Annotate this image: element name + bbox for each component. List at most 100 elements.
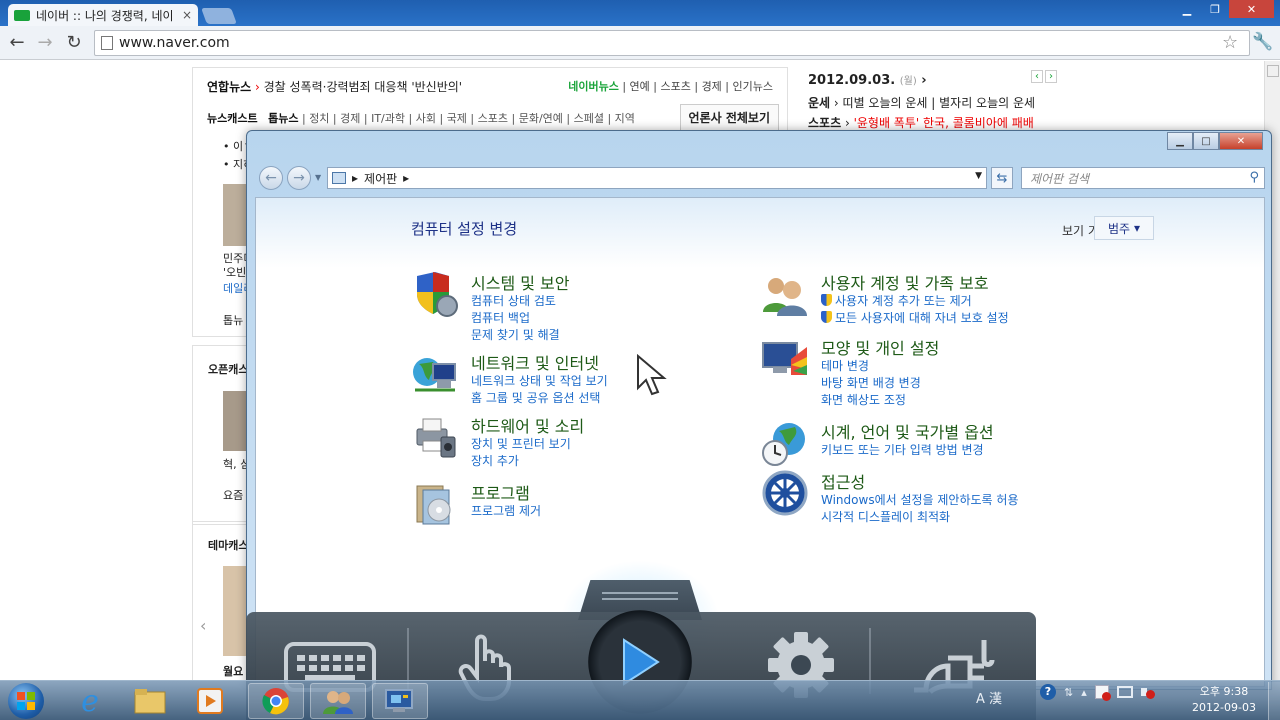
newscast-tab[interactable]: 문화/연예 (519, 112, 563, 125)
taskbar-media-player[interactable] (182, 683, 238, 719)
press-all-button[interactable]: 언론사 전체보기 (679, 104, 779, 131)
category-title[interactable]: 시스템 및 보안 (471, 270, 570, 294)
topnews-label[interactable]: 톱뉴스 (268, 112, 298, 125)
cp-forward-icon[interactable]: → (287, 166, 311, 190)
taskbar-clock[interactable]: 오후 9:38 2012-09-03 (1182, 684, 1266, 716)
ticker-link[interactable]: 스포츠 (660, 80, 690, 93)
volume-muted-icon[interactable] (1140, 685, 1155, 699)
forward-arrow-icon[interactable]: → (34, 32, 56, 54)
news-fragment[interactable]: 요즘 (223, 487, 243, 503)
breadcrumb-arrow-icon[interactable]: ▸ (352, 171, 358, 185)
taskbar-users-app[interactable] (310, 683, 366, 719)
news-ticker[interactable]: 연합뉴스 › 경찰 성폭력·강력범죄 대응책 '반신반의' (207, 78, 462, 95)
category-title[interactable]: 사용자 계정 및 가족 보호 (821, 270, 989, 294)
minimize-icon[interactable]: ▁ (1173, 0, 1201, 18)
restore-icon[interactable]: ❐ (1201, 0, 1229, 18)
category-link[interactable]: 장치 및 프린터 보기 (471, 435, 571, 452)
reload-icon[interactable]: ↻ (63, 32, 85, 54)
category-link[interactable]: 테마 변경 (821, 357, 869, 374)
date-label: 2012.09.03. (월) › (808, 73, 927, 88)
category-title[interactable]: 하드웨어 및 소리 (471, 413, 584, 437)
ticker-link[interactable]: 경제 (702, 80, 722, 93)
date-pager[interactable]: ‹ › (1029, 70, 1057, 83)
category-title[interactable]: 프로그램 (471, 480, 530, 504)
category-link[interactable]: 프로그램 제거 (471, 502, 541, 519)
category-link[interactable]: 컴퓨터 백업 (471, 309, 530, 326)
search-icon[interactable]: ⚲ (1249, 170, 1259, 185)
taskbar-ie[interactable]: e (62, 683, 118, 719)
taskbar-explorer[interactable] (122, 683, 178, 719)
category-link[interactable]: 사용자 계정 추가 또는 제거 (821, 292, 972, 309)
naver-favicon-icon (14, 9, 30, 21)
view-by-select[interactable]: 범주 ▾ (1094, 216, 1154, 240)
new-tab-button[interactable] (201, 8, 237, 24)
cp-address-bar[interactable]: ▸ 제어판 ▸ ▼ (327, 167, 987, 189)
taskbar-chrome[interactable] (248, 683, 304, 719)
category-link[interactable]: 문제 찾기 및 해결 (471, 326, 560, 343)
category-link[interactable]: 시각적 디스플레이 최적화 (821, 508, 950, 525)
news-fragment[interactable]: 월요 (223, 663, 243, 679)
cp-maximize-icon[interactable]: □ (1193, 132, 1219, 150)
category-link[interactable]: 네트워크 상태 및 작업 보기 (471, 372, 608, 389)
ticker-link[interactable]: 네이버뉴스 (568, 80, 619, 93)
category-title[interactable]: 시계, 언어 및 국가별 옵션 (821, 419, 994, 443)
category-link[interactable]: 컴퓨터 상태 검토 (471, 292, 556, 309)
history-dropdown-icon[interactable]: ▼ (315, 173, 321, 182)
cp-search-input[interactable]: 제어판 검색 ⚲ (1021, 167, 1265, 189)
action-center-flag-icon[interactable] (1094, 685, 1111, 701)
category-link[interactable]: 장치 추가 (471, 452, 519, 469)
newscast-tab[interactable]: 국제 (447, 112, 467, 125)
category-link[interactable]: 키보드 또는 기타 입력 방법 변경 (821, 441, 984, 458)
category-title[interactable]: 모양 및 개인 설정 (821, 335, 939, 359)
sports-line[interactable]: 스포츠 › '윤형배 폭투' 한국, 콜롬비아에 패배 (808, 114, 1034, 131)
breadcrumb-arrow-icon[interactable]: ▸ (403, 171, 409, 185)
tray-options-icon[interactable]: ⇅ (1064, 686, 1073, 699)
help-icon[interactable]: ? (1040, 684, 1056, 700)
category-title[interactable]: 네트워크 및 인터넷 (471, 350, 599, 374)
back-arrow-icon[interactable]: ← (6, 32, 28, 54)
newscast-tab[interactable]: 정치 (309, 112, 329, 125)
news-fragment[interactable]: '오빈 (223, 264, 246, 280)
tab-close-icon[interactable]: × (182, 8, 192, 22)
category-link[interactable]: 홈 그룹 및 공유 옵션 선택 (471, 389, 600, 406)
category-link[interactable]: 모든 사용자에 대해 자녀 보호 설정 (821, 309, 1009, 326)
cp-close-icon[interactable]: ✕ (1219, 132, 1263, 150)
news-fragment[interactable]: 톱뉴 (223, 312, 243, 328)
section-title[interactable]: 오픈캐스 (208, 361, 248, 377)
security-shield-icon (417, 272, 458, 317)
section-title[interactable]: 테마캐스 (208, 537, 248, 553)
fortune-line[interactable]: 운세 › 띠별 오늘의 운세 | 별자리 오늘의 운세 (808, 94, 1035, 111)
category-link[interactable]: 화면 해상도 조정 (821, 391, 906, 408)
control-panel-icon (385, 689, 413, 712)
category-link[interactable]: Windows에서 설정을 제안하도록 허용 (821, 491, 1019, 508)
newscast-tab[interactable]: 지역 (615, 112, 635, 125)
ticker-link[interactable]: 연예 (630, 80, 650, 93)
close-icon[interactable]: ✕ (1229, 0, 1274, 18)
show-desktop-button[interactable] (1268, 682, 1280, 720)
show-hidden-icons-icon[interactable]: ▴ (1081, 686, 1087, 699)
wrench-menu-icon[interactable]: 🔧 (1252, 32, 1273, 52)
newscast-tab[interactable]: 스포츠 (478, 112, 508, 125)
address-bar[interactable]: www.naver.com (94, 30, 1250, 56)
newscast-label[interactable]: 뉴스캐스트 (207, 112, 258, 125)
ticker-link[interactable]: 인기뉴스 (733, 80, 773, 93)
newscast-tab[interactable]: 스페셜 (574, 112, 604, 125)
cp-back-icon[interactable]: ← (259, 166, 283, 190)
newscast-tab[interactable]: 경제 (340, 112, 360, 125)
carousel-left-icon[interactable]: ‹ (200, 616, 206, 635)
control-panel-window: ▁ □ ✕ ← → ▼ ▸ 제어판 ▸ ▼ ⇆ 제어판 검색 ⚲ 컴퓨터 설정 … (246, 130, 1272, 690)
address-dropdown-icon[interactable]: ▼ (975, 171, 982, 181)
bookmark-star-icon[interactable]: ☆ (1222, 32, 1238, 53)
newscast-tab[interactable]: 사회 (416, 112, 436, 125)
refresh-icon[interactable]: ⇆ (991, 167, 1013, 189)
browser-tab[interactable]: 네이버 :: 나의 경쟁력, 네이 × (8, 4, 198, 26)
cp-minimize-icon[interactable]: ▁ (1167, 132, 1193, 150)
start-button[interactable] (8, 683, 44, 719)
category-title[interactable]: 접근성 (821, 469, 865, 493)
breadcrumb[interactable]: 제어판 (364, 170, 397, 187)
network-icon[interactable] (1116, 686, 1133, 698)
newscast-tab[interactable]: IT/과학 (371, 112, 405, 125)
ime-indicator[interactable]: A 漢 (976, 688, 1002, 707)
category-link[interactable]: 바탕 화면 배경 변경 (821, 374, 921, 391)
taskbar-control-panel[interactable] (372, 683, 428, 719)
